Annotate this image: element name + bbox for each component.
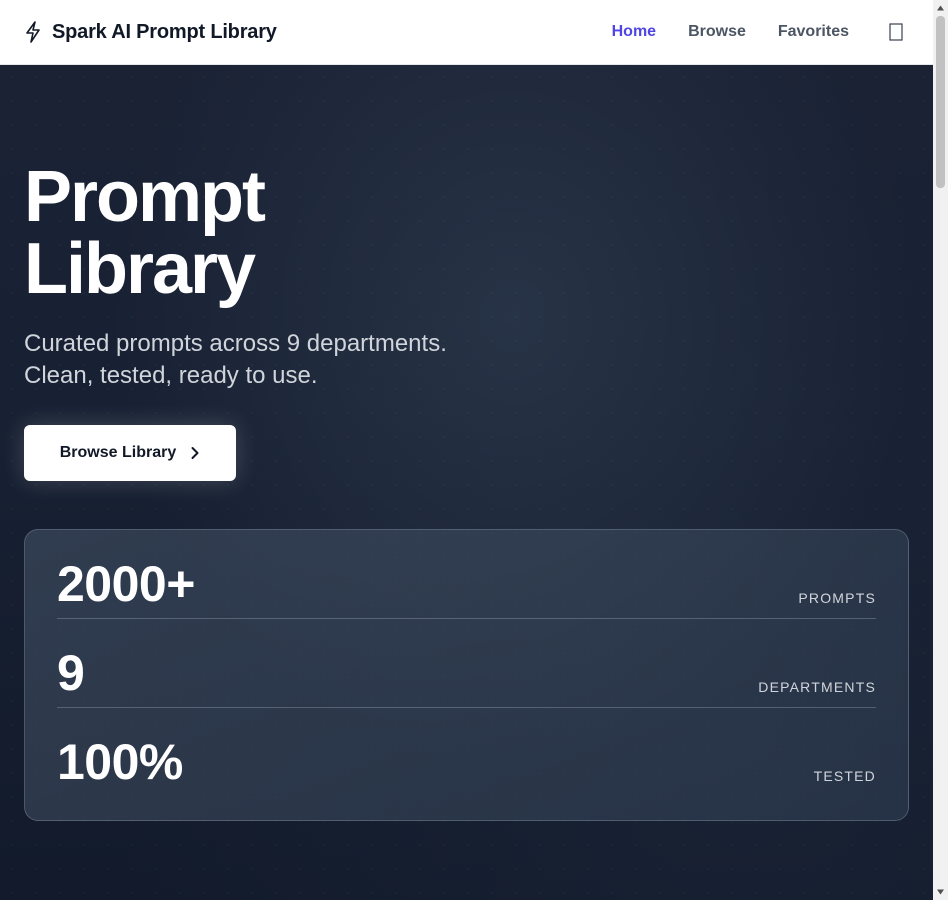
hero-title-line2: Library <box>24 229 256 309</box>
stat-label: DEPARTMENTS <box>758 679 876 695</box>
main-nav: Home Browse Favorites <box>580 23 909 41</box>
stat-value: 2000+ <box>57 556 195 612</box>
moon-icon[interactable] <box>889 23 903 41</box>
hero-subtitle-line1: Curated prompts across 9 departments. <box>24 330 447 357</box>
browse-library-label: Browse Library <box>59 444 177 461</box>
chevron-right-icon <box>190 446 200 460</box>
nav-browse-link[interactable]: Browse <box>688 23 746 41</box>
stat-value: 100% <box>57 734 183 790</box>
top-navbar: Spark AI Prompt Library Home Browse Favo… <box>0 0 933 65</box>
stat-label: PROMPTS <box>798 590 876 606</box>
brand-title: Spark AI Prompt Library <box>52 20 277 43</box>
hero-title: Prompt Library <box>24 161 524 305</box>
brand[interactable]: Spark AI Prompt Library <box>24 21 277 44</box>
stat-row-tested: 100% TESTED <box>57 708 876 797</box>
lightning-icon <box>24 21 42 43</box>
hero-title-line1: Prompt <box>24 157 266 237</box>
hero-section: Prompt Library Curated prompts across 9 … <box>0 65 933 900</box>
scrollbar-thumb[interactable] <box>936 16 945 188</box>
nav-favorites-link[interactable]: Favorites <box>778 23 849 41</box>
vertical-scrollbar[interactable] <box>933 0 948 900</box>
nav-home-link[interactable]: Home <box>612 23 656 41</box>
stats-card: 2000+ PROMPTS 9 DEPARTMENTS 100% TESTED <box>24 529 909 821</box>
scroll-up-arrow-icon[interactable] <box>936 4 945 12</box>
stat-label: TESTED <box>813 768 876 784</box>
hero-subtitle: Curated prompts across 9 departments. Cl… <box>24 328 544 392</box>
hero-subtitle-line2: Clean, tested, ready to use. <box>24 362 318 389</box>
scroll-down-arrow-icon[interactable] <box>936 888 945 896</box>
stat-value: 9 <box>57 645 85 701</box>
stat-row-prompts: 2000+ PROMPTS <box>57 530 876 619</box>
browse-library-button[interactable]: Browse Library <box>24 425 236 481</box>
stat-row-departments: 9 DEPARTMENTS <box>57 619 876 708</box>
